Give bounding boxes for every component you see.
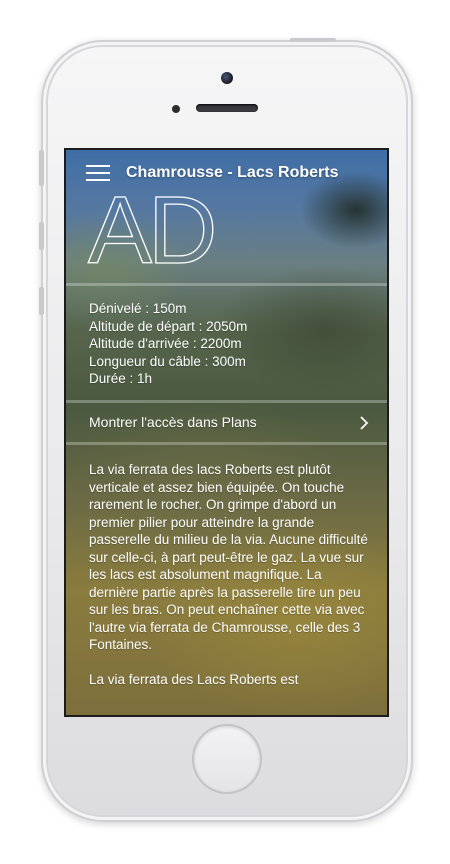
home-button[interactable] [194,726,260,792]
route-stats: Dénivelé : 150m Altitude de départ : 205… [89,300,247,388]
volume-up-button [39,222,44,250]
stat-cable-length: Longueur du câble : 300m [89,353,246,369]
difficulty-grade: AD [87,177,218,284]
power-button [290,38,336,42]
stat-end-altitude: Altitude d'arrivée : 2200m [89,336,242,351]
mute-switch [39,150,44,186]
show-in-maps-row[interactable]: Montrer l'accès dans Plans [66,403,387,441]
volume-down-button [39,287,44,315]
description-paragraph: La via ferrata des lacs Roberts est plut… [89,462,368,652]
stat-start-altitude: Altitude de départ : 2050m [89,318,248,334]
stat-elevation-gain: Dénivelé : 150m [89,301,187,316]
chevron-right-icon [360,416,369,430]
earpiece-speaker [196,104,258,112]
show-in-maps-label: Montrer l'accès dans Plans [89,414,257,430]
stat-duration: Durée : 1h [89,371,153,386]
divider [66,442,387,445]
description-paragraph: La via ferrata des Lacs Roberts est [89,672,299,687]
divider [66,283,387,286]
route-description: La via ferrata des lacs Roberts est plut… [89,461,371,706]
app-screen: Chamrousse - Lacs Roberts AD Dénivelé : … [66,150,387,715]
front-camera [221,72,233,84]
proximity-sensor [172,105,180,113]
